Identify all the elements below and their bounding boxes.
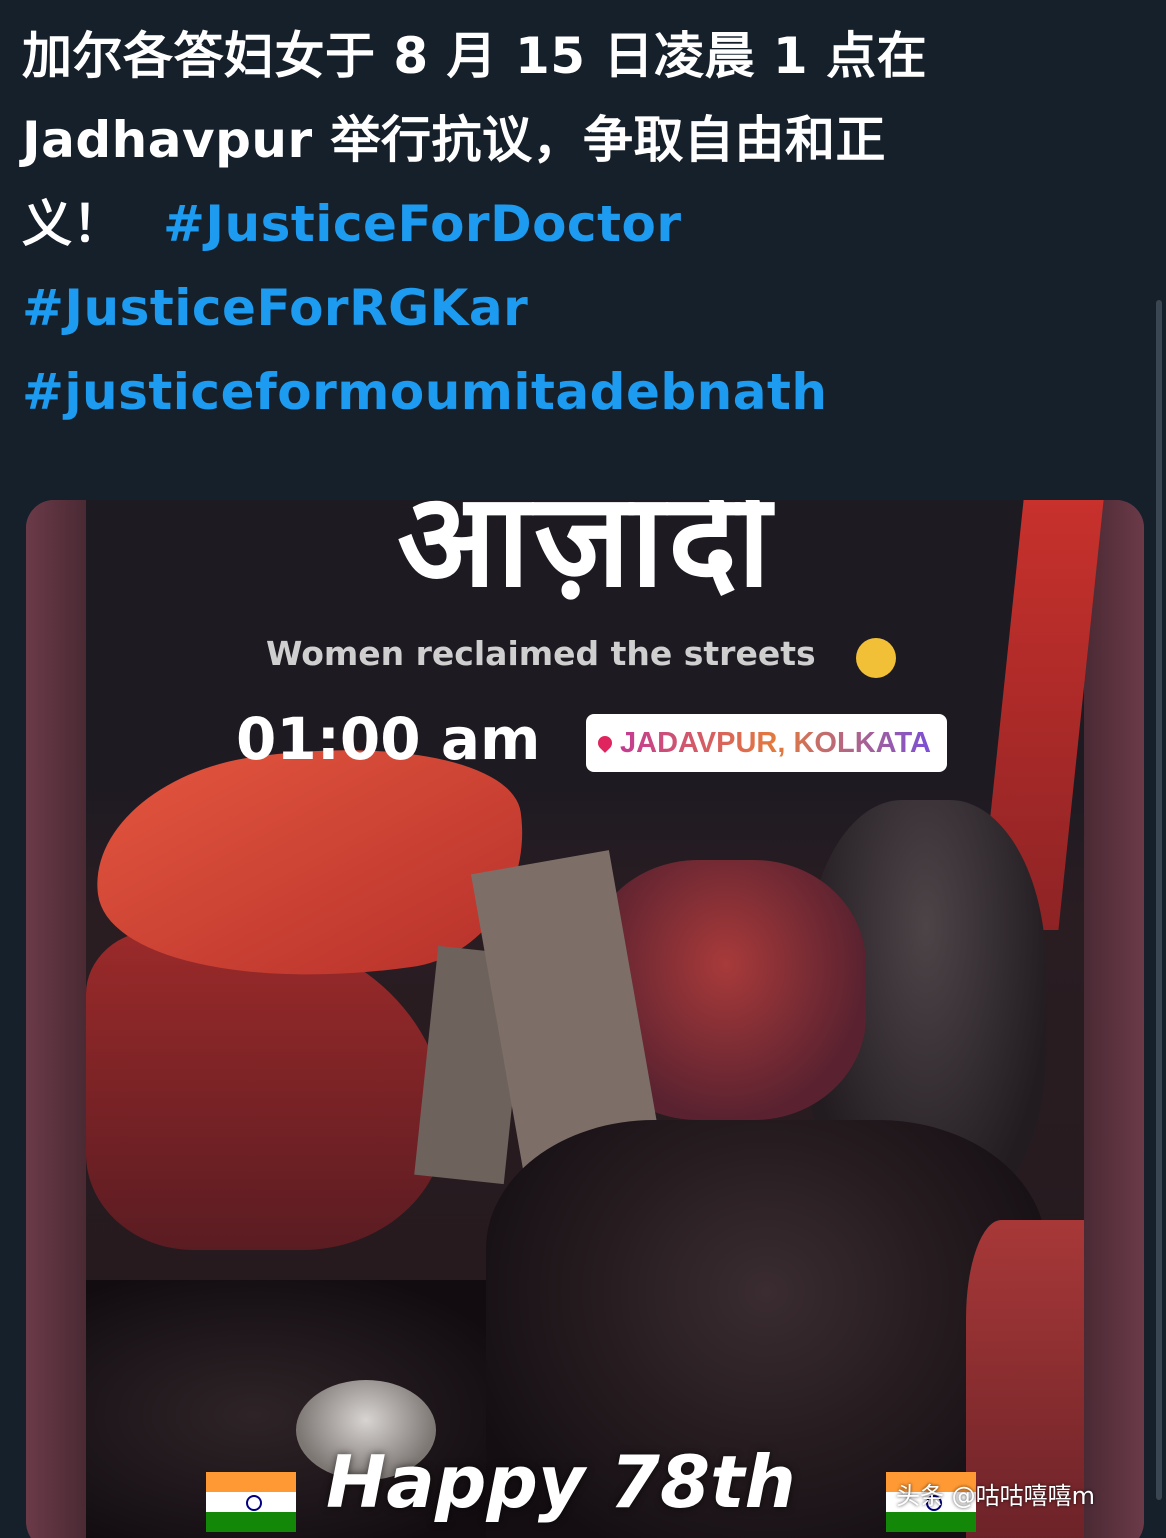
media-blur-right <box>1084 500 1144 1538</box>
tweet-text-line-1: 加尔各答妇女于 8 月 15 日凌晨 1 点在 <box>22 27 928 85</box>
hashtag-justiceforrgkar[interactable]: #JusticeForRGKar <box>22 279 528 337</box>
video-subtitle: Women reclaimed the streets <box>266 634 816 673</box>
tweet-text-line-3: 义！ <box>22 195 123 253</box>
india-flag-icon <box>206 1472 296 1532</box>
video-footer-text: Happy 78th <box>326 1440 796 1524</box>
time-label: 01:00 am <box>236 705 541 773</box>
location-label: JADAVPUR, KOLKATA <box>620 726 931 759</box>
hashtag-justicefordoctor[interactable]: #JusticeForDoctor <box>163 195 682 253</box>
hashtag-justiceformoumitadebnath[interactable]: #justiceformoumitadebnath <box>22 363 828 421</box>
tweet-screenshot: 加尔各答妇女于 8 月 15 日凌晨 1 点在 Jadhavpur 举行抗议，争… <box>0 0 1166 1538</box>
tweet-body: 加尔各答妇女于 8 月 15 日凌晨 1 点在 Jadhavpur 举行抗议，争… <box>22 14 1122 434</box>
location-sticker: JADAVPUR, KOLKATA <box>586 714 947 772</box>
video-title: आज़ादी <box>397 500 775 616</box>
watermark: 头条 @咕咕嘻嘻m <box>896 1482 1096 1510</box>
tweet-media-video[interactable]: आज़ादी Women reclaimed the streets 01:00… <box>26 500 1144 1538</box>
raised-fist-icon <box>856 638 896 678</box>
tweet-text-line-2: Jadhavpur 举行抗议，争取自由和正 <box>22 111 887 169</box>
location-pin-icon <box>595 733 615 753</box>
media-blur-left <box>26 500 86 1538</box>
scrollbar[interactable] <box>1156 300 1162 1500</box>
